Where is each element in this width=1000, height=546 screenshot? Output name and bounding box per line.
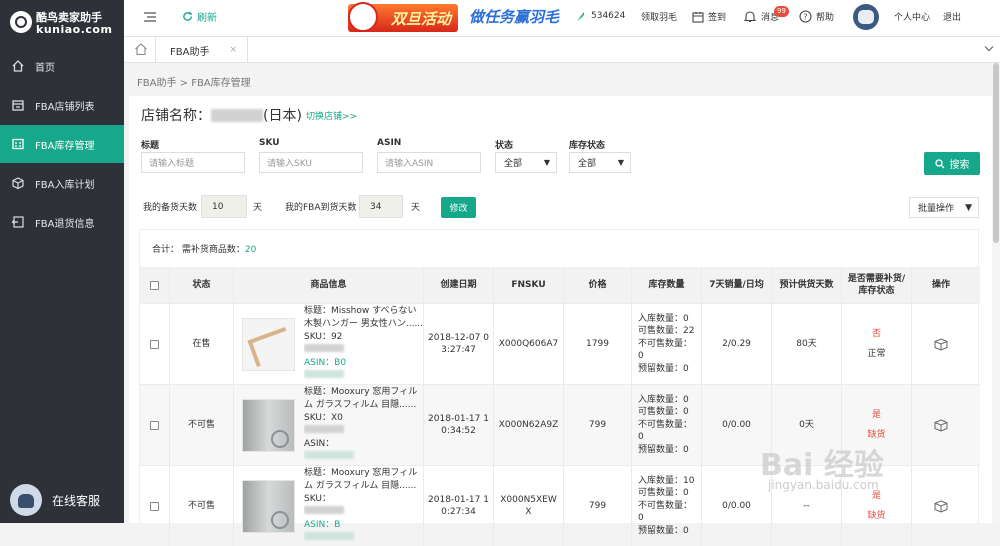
user-avatar[interactable] bbox=[853, 4, 879, 30]
help-button[interactable]: ? 帮助 bbox=[799, 10, 834, 23]
tab-fba-helper[interactable]: FBA助手 × bbox=[155, 37, 248, 63]
box-icon[interactable] bbox=[934, 499, 948, 513]
chevron-down-icon[interactable] bbox=[984, 45, 994, 55]
refresh-icon bbox=[183, 11, 192, 21]
summary-text: 合计： 需补货商品数：20 bbox=[152, 245, 257, 255]
page-scrollbar[interactable] bbox=[992, 63, 1000, 523]
close-icon[interactable]: × bbox=[229, 45, 237, 55]
tab-bar: FBA助手 × bbox=[124, 37, 1000, 63]
batch-operation-select[interactable]: 批量操作 ▼ bbox=[909, 197, 979, 218]
store-name-redacted bbox=[211, 108, 263, 122]
select-all-checkbox[interactable] bbox=[150, 280, 159, 290]
sidebar-item-label: FBA入库计划 bbox=[35, 179, 95, 191]
product-image[interactable] bbox=[242, 479, 295, 533]
profile-link[interactable]: 个人中心 bbox=[894, 10, 930, 23]
signin-button[interactable]: 签到 bbox=[692, 10, 726, 23]
search-button[interactable]: 搜索 bbox=[924, 152, 980, 175]
refresh-button[interactable]: 刷新 bbox=[182, 9, 217, 24]
sidebar-item-returns[interactable]: FBA退货信息 bbox=[0, 203, 124, 241]
scrollbar-thumb[interactable] bbox=[993, 63, 999, 243]
sidebar-item-inbound[interactable]: FBA入库计划 bbox=[0, 164, 124, 202]
logo-icon bbox=[10, 11, 32, 33]
menu-toggle-icon[interactable] bbox=[144, 12, 156, 25]
prep-days-input[interactable]: 10 bbox=[201, 195, 247, 218]
sidebar: 酷鸟卖家助手 kuniao.com 首页 FBA店铺列表 FBA库存管理 FBA… bbox=[0, 0, 124, 523]
feather-icon bbox=[577, 12, 585, 21]
online-service[interactable]: 在线客服 bbox=[10, 484, 100, 516]
inbound-icon bbox=[10, 175, 26, 191]
switch-store-link[interactable]: 切换店铺>> bbox=[306, 109, 357, 122]
caret-down-icon: ▼ bbox=[543, 158, 550, 167]
promo-banner-tasks[interactable]: 做任务赢羽毛 bbox=[469, 6, 559, 27]
get-feather-link[interactable]: 领取羽毛 bbox=[641, 10, 677, 23]
table-row[interactable]: 在售 标题：Misshow すべらない 木製ハンガー 男女性ハン...... S… bbox=[140, 303, 980, 384]
asin-input[interactable]: 请输入ASIN bbox=[377, 152, 481, 173]
operation-cell bbox=[912, 304, 970, 384]
watermark-url: jingyan.baidu.com bbox=[768, 478, 879, 492]
store-name: 店铺名称： (日本) 切换店铺>> bbox=[141, 108, 358, 124]
status-select[interactable]: 全部 ▼ bbox=[495, 152, 557, 173]
svg-text:?: ? bbox=[803, 12, 807, 21]
caret-down-icon: ▼ bbox=[617, 158, 624, 167]
santa-icon bbox=[348, 2, 378, 32]
promo-banner-holiday[interactable]: 双旦活动 bbox=[348, 2, 458, 32]
bell-icon bbox=[744, 11, 756, 23]
operation-cell bbox=[912, 385, 970, 465]
product-info: 标题：Misshow すべらない 木製ハンガー 男女性ハン...... SKU：… bbox=[234, 304, 424, 384]
home-tab-icon[interactable] bbox=[134, 42, 148, 59]
product-image[interactable] bbox=[242, 398, 295, 452]
sidebar-item-home[interactable]: 首页 bbox=[0, 47, 124, 85]
message-count-badge: 99 bbox=[774, 6, 789, 17]
top-bar: 刷新 双旦活动 做任务赢羽毛 534624 领取羽毛 签到 消息 99 ? 帮助… bbox=[124, 0, 1000, 37]
product-info: 标题：Mooxury 窓用フィル ム ガラスフィルム 目隠...... SKU：… bbox=[234, 466, 424, 546]
calendar-icon bbox=[692, 11, 704, 23]
sidebar-item-label: 首页 bbox=[35, 62, 55, 74]
store-list-icon bbox=[10, 97, 26, 113]
sidebar-item-label: FBA库存管理 bbox=[35, 140, 95, 152]
service-avatar bbox=[10, 484, 42, 516]
caret-down-icon: ▼ bbox=[965, 203, 972, 213]
box-icon[interactable] bbox=[934, 418, 948, 432]
title-input[interactable]: 请输入标题 bbox=[141, 152, 245, 173]
product-info: 标题：Mooxury 窓用フィル ム ガラスフィルム 目隠...... SKU：… bbox=[234, 385, 424, 465]
sidebar-item-inventory[interactable]: FBA库存管理 bbox=[0, 125, 124, 163]
breadcrumb: FBA助手 > FBA库存管理 bbox=[137, 78, 251, 89]
search-icon bbox=[934, 158, 944, 168]
help-icon: ? bbox=[799, 10, 812, 23]
box-icon[interactable] bbox=[934, 337, 948, 351]
feather-balance: 534624 bbox=[576, 10, 625, 22]
row-checkbox[interactable] bbox=[150, 501, 159, 511]
row-checkbox[interactable] bbox=[150, 339, 159, 349]
table-header: 状态 商品信息 创建日期 FNSKU 价格 库存数量 7天销量/日均 预计供货天… bbox=[140, 267, 980, 303]
product-image[interactable] bbox=[242, 317, 295, 371]
stock-status-select[interactable]: 全部 ▼ bbox=[569, 152, 631, 173]
sidebar-item-store-list[interactable]: FBA店铺列表 bbox=[0, 86, 124, 124]
logo[interactable]: 酷鸟卖家助手 kuniao.com bbox=[10, 9, 116, 39]
return-icon bbox=[10, 214, 26, 230]
arrival-days-input[interactable]: 34 bbox=[359, 195, 403, 218]
logout-link[interactable]: 退出 bbox=[943, 10, 961, 23]
sidebar-item-label: FBA退货信息 bbox=[35, 218, 95, 230]
row-checkbox[interactable] bbox=[150, 420, 159, 430]
sku-input[interactable]: 请输入SKU bbox=[259, 152, 363, 173]
sidebar-item-label: FBA店铺列表 bbox=[35, 101, 95, 113]
operation-cell bbox=[912, 466, 970, 546]
home-icon bbox=[10, 58, 26, 74]
inventory-icon bbox=[10, 136, 26, 152]
modify-button[interactable]: 修改 bbox=[441, 197, 476, 218]
